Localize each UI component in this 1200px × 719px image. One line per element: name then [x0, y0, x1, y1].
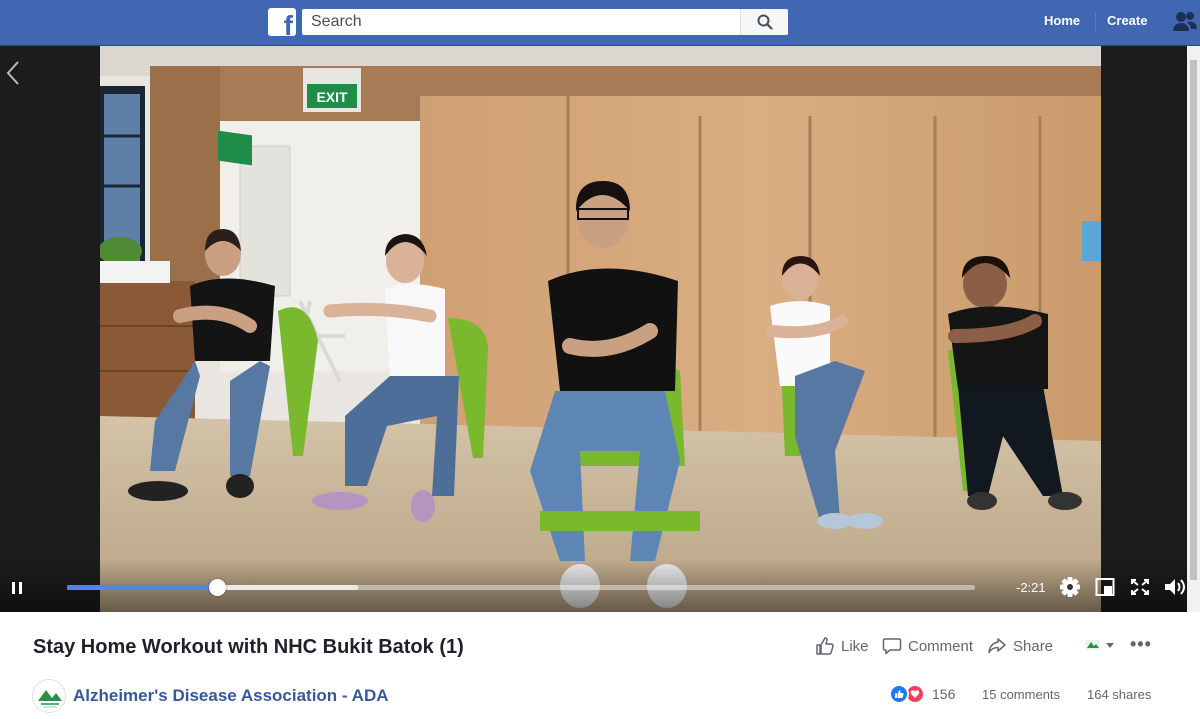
video-title: Stay Home Workout with NHC Bukit Batok (…: [33, 636, 464, 658]
video-left-gutter: [0, 46, 100, 612]
video-frame[interactable]: EXIT: [100, 46, 1101, 612]
comment-button[interactable]: Comment: [882, 636, 973, 656]
top-navigation-bar: f Home Create: [0, 0, 1200, 46]
comments-count-link[interactable]: 15 comments: [982, 687, 1060, 702]
like-label: Like: [841, 637, 869, 655]
caret-down-icon: [1106, 643, 1114, 648]
reactions-summary[interactable]: 156: [889, 684, 955, 704]
gear-icon[interactable]: [1059, 576, 1081, 598]
time-remaining: -2:21: [1016, 580, 1046, 595]
search-box: [302, 9, 788, 35]
reactions-count: 156: [932, 686, 956, 702]
chevron-left-icon[interactable]: [5, 60, 21, 86]
miniplayer-icon[interactable]: [1095, 576, 1115, 598]
page-avatar[interactable]: [32, 679, 66, 713]
share-label: Share: [1013, 637, 1054, 655]
page-avatar-small-icon: [1086, 640, 1100, 650]
post-as-page-selector[interactable]: [1085, 637, 1115, 653]
nav-divider: [1095, 12, 1096, 32]
progress-played: [67, 585, 217, 590]
page-name-link[interactable]: Alzheimer's Disease Association - ADA: [73, 686, 389, 706]
facebook-logo-icon[interactable]: f: [268, 8, 296, 36]
nav-home-link[interactable]: Home: [1044, 13, 1080, 28]
pause-icon[interactable]: [11, 580, 23, 596]
like-icon: [816, 637, 834, 655]
share-button[interactable]: Share: [987, 636, 1053, 656]
comment-icon: [882, 638, 902, 655]
search-input[interactable]: [302, 9, 738, 35]
progress-scrubber-handle[interactable]: [208, 579, 226, 596]
nav-create-link[interactable]: Create: [1107, 13, 1147, 28]
video-right-gutter: [1101, 46, 1187, 612]
shares-count-link[interactable]: 164 shares: [1087, 687, 1151, 702]
ada-logo-icon: [33, 680, 65, 712]
search-button[interactable]: [740, 9, 788, 35]
video-scene: EXIT: [100, 46, 1101, 612]
exit-sign-text: EXIT: [316, 89, 348, 105]
more-icon[interactable]: •••: [1130, 634, 1152, 655]
like-button[interactable]: Like: [815, 636, 869, 656]
page-scrollbar[interactable]: [1187, 46, 1200, 612]
share-icon: [988, 638, 1006, 654]
scrollbar-thumb[interactable]: [1190, 60, 1197, 580]
facebook-logo-letter: f: [283, 10, 293, 37]
volume-icon[interactable]: [1163, 576, 1187, 598]
search-icon: [757, 14, 773, 30]
video-progress-bar[interactable]: [67, 579, 975, 596]
comment-label: Comment: [908, 637, 974, 655]
like-reaction-icon: [889, 684, 909, 704]
fullscreen-icon[interactable]: [1130, 576, 1150, 598]
friends-icon[interactable]: [1172, 10, 1198, 34]
